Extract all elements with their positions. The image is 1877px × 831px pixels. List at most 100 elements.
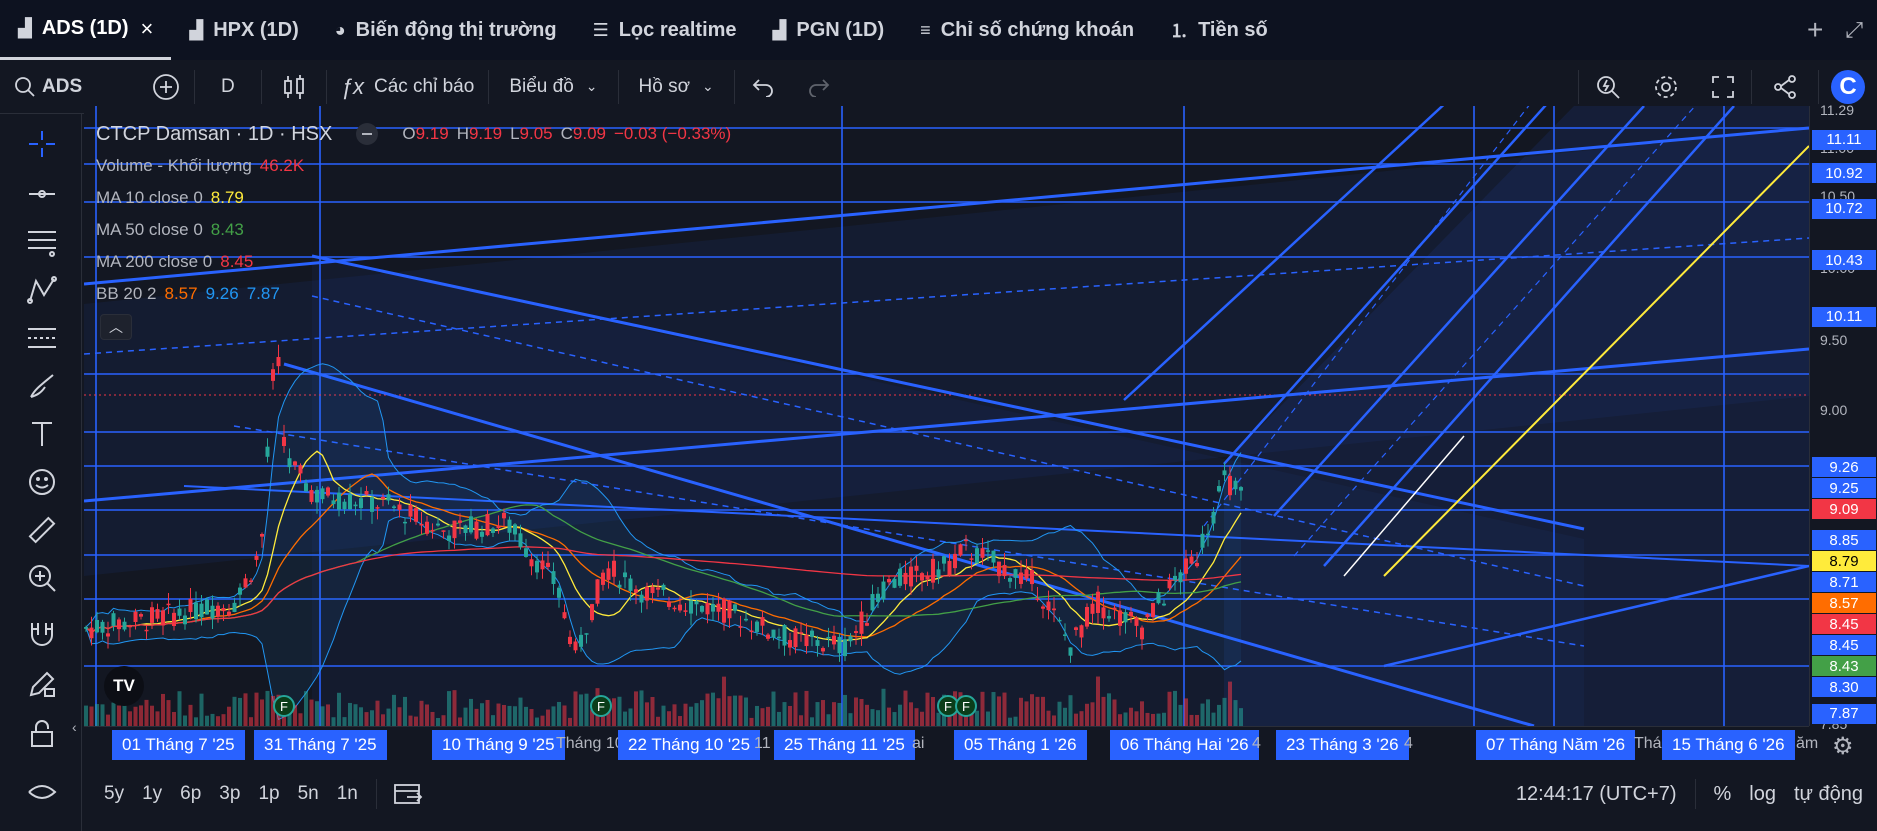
ruler-icon	[28, 516, 56, 544]
auto-scale-toggle[interactable]: tự động	[1794, 783, 1863, 806]
volume-bar	[128, 711, 132, 726]
candle-body	[650, 586, 655, 594]
legend-ma50[interactable]: MA 50 close 0 8.43	[96, 214, 731, 246]
price-axis[interactable]: 11.29 11.00 10.50 10.00 9.50 9.00 7.85 1…	[1809, 102, 1877, 732]
candle-body	[348, 494, 352, 510]
ohlc-low-label: L	[510, 124, 520, 143]
candle-body	[1090, 603, 1095, 614]
legend-ma10[interactable]: MA 10 close 0 8.79	[96, 182, 731, 214]
ruler-tool[interactable]	[24, 512, 60, 548]
tab-market-movement[interactable]: ◕ Biến động thị trường	[317, 0, 575, 60]
price-label: 7.87	[1812, 703, 1876, 724]
volume-bar	[689, 706, 693, 726]
emoji-tool[interactable]	[24, 464, 60, 500]
candle-body	[513, 524, 517, 535]
event-marker[interactable]: F	[273, 695, 295, 717]
candle-body	[1228, 475, 1232, 496]
visibility-tool[interactable]	[24, 774, 60, 810]
projection-tool[interactable]	[24, 320, 60, 356]
candle-body	[815, 640, 820, 646]
candle-body	[947, 560, 952, 576]
candle-body	[991, 550, 996, 563]
volume-bar	[672, 704, 677, 726]
projection-icon	[28, 328, 56, 348]
clock[interactable]: 12:44:17 (UTC+7)	[1516, 783, 1677, 806]
legend-collapse-button[interactable]: ︿	[100, 314, 132, 340]
volume-bar	[815, 702, 820, 726]
volume-bar	[161, 693, 165, 726]
candle-body	[1052, 608, 1056, 611]
candle-body	[722, 598, 726, 623]
text-tool[interactable]	[24, 416, 60, 452]
candle-body	[964, 539, 968, 542]
magnet-tool[interactable]	[24, 616, 60, 652]
zoom-tool[interactable]	[24, 560, 60, 596]
candle-body	[1156, 592, 1161, 604]
candle-body	[282, 436, 286, 447]
range-1y[interactable]: 1y	[142, 783, 162, 805]
tab-pgn[interactable]: ▟ PGN (1D)	[755, 0, 903, 60]
range-5y[interactable]: 5y	[104, 783, 124, 805]
close-icon[interactable]: ×	[141, 16, 154, 42]
candle-body	[760, 617, 765, 626]
event-marker[interactable]: F	[955, 695, 977, 717]
candle-body	[1145, 614, 1150, 618]
legend-bb[interactable]: BB 20 2 8.57 9.26 7.87	[96, 278, 731, 310]
tab-stock-index[interactable]: ≡ Chỉ số chứng khoán	[902, 0, 1152, 60]
ohlc-low: 9.05	[519, 124, 553, 143]
candle-body	[1079, 625, 1084, 638]
candle-body	[551, 571, 556, 585]
range-5d[interactable]: 5n	[298, 783, 319, 805]
candle-body	[628, 578, 633, 591]
panel-collapse-icon[interactable]: ‹	[72, 719, 77, 735]
candle-body	[920, 573, 924, 581]
brand-logo[interactable]: C	[1831, 70, 1865, 104]
legend-toggle-icon[interactable]	[356, 123, 379, 145]
legend-ma200[interactable]: MA 200 close 0 8.45	[96, 246, 731, 278]
event-marker[interactable]: F	[590, 695, 612, 717]
volume-bar	[425, 704, 429, 726]
candle-body	[221, 608, 226, 612]
tab-crypto[interactable]: ⒈ Tiền số	[1152, 0, 1286, 60]
lock-drawing-tool[interactable]	[24, 666, 60, 702]
tradingview-logo[interactable]: TV	[104, 666, 144, 706]
brush-tool[interactable]	[24, 368, 60, 404]
candle-body	[210, 605, 215, 619]
legend-volume[interactable]: Volume - Khối lượng 46.2K	[96, 150, 731, 182]
volume-bar	[755, 705, 759, 726]
axis-settings-icon[interactable]: ⚙	[1832, 732, 1854, 761]
time-label: 06 Tháng Hai '26	[1110, 730, 1259, 760]
price-label: 8.30	[1812, 677, 1876, 697]
candle-body	[491, 528, 495, 533]
crosshair-icon	[29, 131, 55, 157]
zoom-in-icon	[29, 565, 56, 592]
candle-body	[205, 599, 209, 615]
lock-tool[interactable]	[24, 716, 60, 752]
add-tab-icon[interactable]: +	[1807, 14, 1823, 46]
expand-icon[interactable]: ⤢	[1845, 17, 1863, 43]
range-6m[interactable]: 6p	[180, 783, 201, 805]
pattern-tool[interactable]	[24, 272, 60, 308]
tab-ads[interactable]: ▟ ADS (1D) ×	[0, 0, 172, 60]
range-1m[interactable]: 1p	[258, 783, 279, 805]
tab-realtime-filter[interactable]: ☰ Lọc realtime	[575, 0, 755, 60]
fib-tool[interactable]	[24, 224, 60, 260]
crosshair-tool[interactable]	[24, 126, 60, 162]
volume-bar	[535, 717, 539, 726]
percent-scale-toggle[interactable]: %	[1714, 783, 1732, 806]
candle-body	[117, 619, 121, 630]
log-scale-toggle[interactable]: log	[1749, 783, 1776, 806]
candlestick-icon	[283, 74, 304, 99]
time-axis[interactable]: 01 Tháng 7 '25 31 Tháng 7 '25 10 Tháng 9…	[84, 726, 1818, 764]
trend-line-tool[interactable]	[24, 176, 60, 212]
volume-bar	[705, 693, 710, 726]
volume-bar	[821, 700, 825, 726]
tab-hpx[interactable]: ▟ HPX (1D)	[171, 0, 316, 60]
chart-legend: CTCP Damsan · 1D · HSX O 9.19 H 9.19 L 9.05…	[96, 118, 731, 310]
candle-body	[386, 494, 391, 501]
volume-bar	[441, 715, 446, 726]
volume-bar	[573, 691, 578, 726]
date-range-icon[interactable]	[393, 781, 423, 807]
range-1d[interactable]: 1n	[337, 783, 358, 805]
range-3m[interactable]: 3p	[219, 783, 240, 805]
